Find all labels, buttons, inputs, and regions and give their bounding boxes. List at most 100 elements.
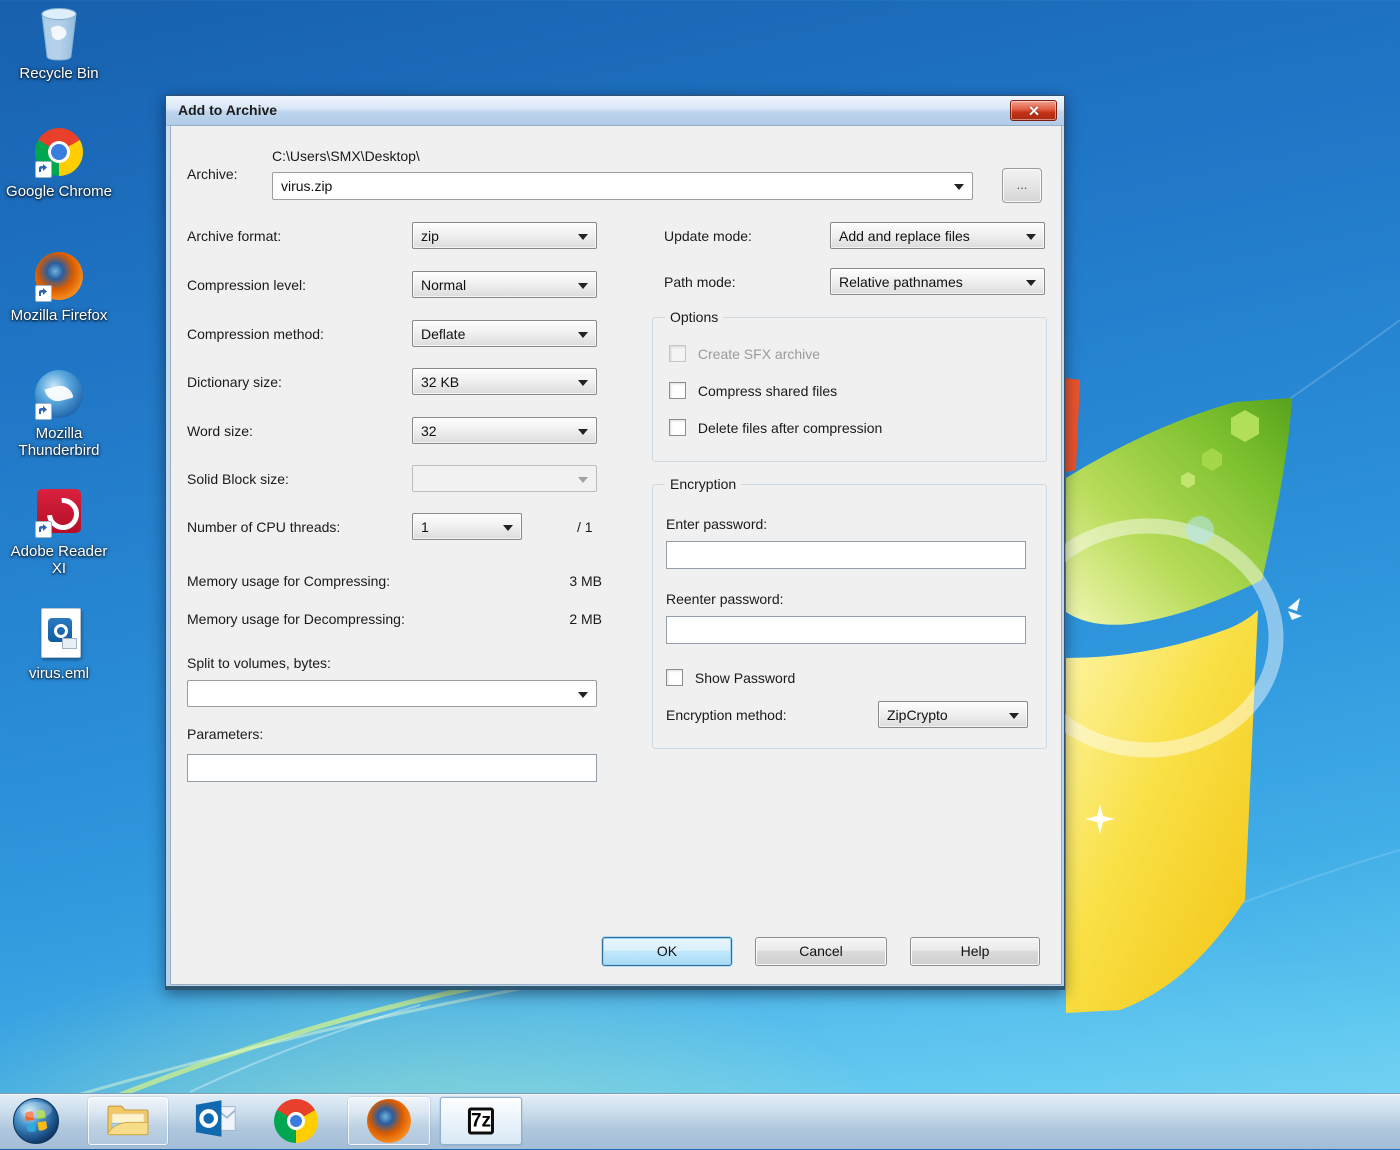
compression-level-select[interactable]: Normal [412, 271, 597, 298]
desktop-icon-mozilla-firefox[interactable]: Mozilla Firefox [4, 248, 114, 324]
desktop-icon-label: virus.eml [4, 665, 114, 682]
encryption-groupbox: Encryption Enter password: Reenter passw… [652, 484, 1047, 749]
taskbar-chrome-button[interactable] [264, 1097, 328, 1145]
chevron-down-icon [1026, 280, 1036, 286]
taskbar-7zip-button[interactable]: 7z [440, 1097, 522, 1145]
shortcut-arrow-icon [35, 161, 52, 178]
split-volumes-combobox[interactable] [187, 680, 597, 707]
chevron-down-icon [578, 429, 588, 435]
help-button[interactable]: Help [910, 937, 1040, 966]
taskbar-explorer-button[interactable] [88, 1097, 168, 1145]
cpu-threads-select[interactable]: 1 [412, 513, 522, 540]
chevron-down-icon [954, 184, 964, 190]
delete-after-checkbox[interactable] [669, 419, 686, 436]
split-volumes-label: Split to volumes, bytes: [187, 655, 331, 671]
archive-path-text: C:\Users\SMX\Desktop\ [272, 148, 420, 164]
enter-password-label: Enter password: [666, 516, 767, 532]
chevron-down-icon [1009, 713, 1019, 719]
close-icon[interactable] [1010, 100, 1057, 121]
memory-decompress-label: Memory usage for Decompressing: [187, 611, 405, 627]
create-sfx-checkbox [669, 345, 686, 362]
desktop-icon-label: Google Chrome [4, 183, 114, 200]
add-to-archive-dialog: Add to Archive Archive: C:\Users\SMX\Des… [165, 95, 1065, 990]
firefox-icon [33, 248, 85, 304]
shortcut-arrow-icon [35, 403, 52, 420]
desktop-icon-label: Recycle Bin [4, 65, 114, 82]
browse-button[interactable]: ... [1002, 168, 1042, 203]
explorer-folder-icon [105, 1099, 151, 1144]
enter-password-input[interactable] [666, 541, 1026, 569]
chevron-down-icon [503, 525, 513, 531]
desktop-icon-recycle-bin[interactable]: Recycle Bin [4, 6, 114, 82]
recycle-bin-icon [33, 6, 85, 62]
memory-compress-label: Memory usage for Compressing: [187, 573, 390, 589]
compress-shared-label: Compress shared files [698, 383, 837, 399]
cpu-threads-label: Number of CPU threads: [187, 519, 340, 535]
compress-shared-checkbox[interactable] [669, 382, 686, 399]
reenter-password-input[interactable] [666, 616, 1026, 644]
chevron-down-icon [578, 283, 588, 289]
chrome-icon [33, 124, 85, 180]
solid-block-size-label: Solid Block size: [187, 471, 289, 487]
compression-method-label: Compression method: [187, 326, 324, 342]
path-mode-label: Path mode: [664, 274, 736, 290]
show-password-checkbox[interactable] [666, 669, 683, 686]
thunderbird-icon [33, 366, 85, 422]
show-password-label: Show Password [695, 670, 795, 686]
chevron-down-icon [578, 477, 588, 483]
parameters-input[interactable] [187, 754, 597, 782]
parameters-label: Parameters: [187, 726, 263, 742]
cancel-button[interactable]: Cancel [755, 937, 887, 966]
archive-label: Archive: [187, 166, 238, 182]
cpu-threads-max: / 1 [577, 519, 593, 535]
solid-block-size-select [412, 465, 597, 492]
encryption-group-title: Encryption [665, 476, 741, 492]
chrome-icon [274, 1099, 318, 1143]
dialog-client-area: Archive: C:\Users\SMX\Desktop\ virus.zip… [170, 125, 1062, 985]
dictionary-size-label: Dictionary size: [187, 374, 282, 390]
wallpaper-windows-flag [1040, 370, 1340, 1050]
archive-format-select[interactable]: zip [412, 222, 597, 249]
desktop-icon-adobe-reader[interactable]: Adobe Reader XI [4, 484, 114, 578]
adobe-reader-icon [33, 484, 85, 540]
dictionary-size-select[interactable]: 32 KB [412, 368, 597, 395]
desktop-icon-label: Mozilla Firefox [4, 307, 114, 324]
encryption-method-label: Encryption method: [666, 707, 787, 723]
encryption-method-select[interactable]: ZipCrypto [878, 701, 1028, 728]
shortcut-arrow-icon [35, 521, 52, 538]
taskbar-outlook-button[interactable] [184, 1097, 248, 1145]
update-mode-select[interactable]: Add and replace files [830, 222, 1045, 249]
chevron-down-icon [578, 692, 588, 698]
memory-compress-value: 3 MB [542, 573, 602, 589]
chevron-down-icon [578, 234, 588, 240]
compression-method-select[interactable]: Deflate [412, 320, 597, 347]
archive-name-combobox[interactable]: virus.zip [272, 172, 973, 200]
path-mode-select[interactable]: Relative pathnames [830, 268, 1045, 295]
chevron-down-icon [578, 380, 588, 386]
chevron-down-icon [1026, 234, 1036, 240]
delete-after-label: Delete files after compression [698, 420, 882, 436]
desktop-icon-google-chrome[interactable]: Google Chrome [4, 124, 114, 200]
compression-level-label: Compression level: [187, 277, 306, 293]
7zip-icon: 7z [468, 1106, 494, 1137]
archive-format-label: Archive format: [187, 228, 281, 244]
options-group-title: Options [665, 309, 723, 325]
chevron-down-icon [578, 332, 588, 338]
start-button[interactable] [12, 1097, 60, 1145]
taskbar-firefox-button[interactable] [348, 1097, 430, 1145]
word-size-label: Word size: [187, 423, 253, 439]
memory-decompress-value: 2 MB [542, 611, 602, 627]
taskbar: 7z [0, 1093, 1400, 1149]
desktop-icon-label: Adobe Reader XI [4, 543, 114, 578]
word-size-select[interactable]: 32 [412, 417, 597, 444]
desktop-icon-virus-eml[interactable]: virus.eml [4, 606, 114, 682]
create-sfx-label: Create SFX archive [698, 346, 820, 362]
desktop-icon-label: Mozilla Thunderbird [4, 425, 114, 460]
shortcut-arrow-icon [35, 285, 52, 302]
firefox-icon [367, 1099, 411, 1143]
ok-button[interactable]: OK [602, 937, 732, 966]
dialog-titlebar[interactable]: Add to Archive [166, 96, 1064, 126]
desktop-icon-mozilla-thunderbird[interactable]: Mozilla Thunderbird [4, 366, 114, 460]
reenter-password-label: Reenter password: [666, 591, 784, 607]
update-mode-label: Update mode: [664, 228, 752, 244]
